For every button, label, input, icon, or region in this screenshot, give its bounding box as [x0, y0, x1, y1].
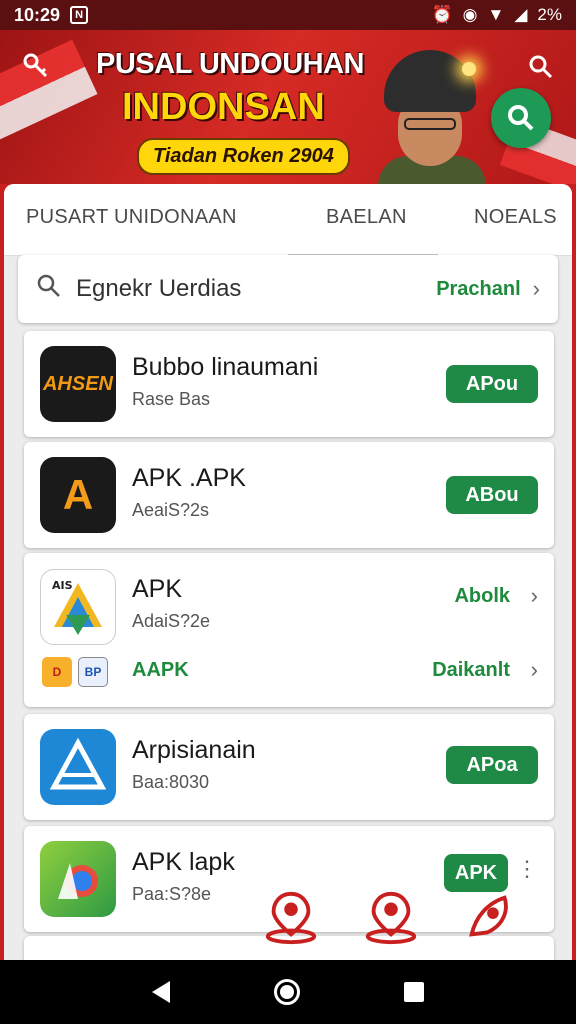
app-subtitle: Baa:8030	[132, 772, 210, 792]
tab-baelan[interactable]: BAELAN	[326, 206, 407, 229]
hero-pill: Tiadan Roken 2904	[137, 138, 350, 175]
chevron-right-icon[interactable]: ›	[531, 583, 538, 609]
map-pin-icon[interactable]	[462, 888, 520, 946]
app-link[interactable]: Abolk	[454, 585, 510, 608]
key-icon[interactable]	[22, 52, 50, 87]
search-icon	[36, 273, 62, 306]
system-nav-bar	[0, 960, 576, 1024]
wifi-icon: ▼	[487, 5, 505, 24]
row-link-right[interactable]: Daikanlt	[432, 659, 510, 682]
app-subtitle: AeaiS?2s	[132, 500, 210, 520]
tab-bar: PUSART UNIDONAAN BAELAN NOEALS	[4, 184, 572, 256]
chevron-right-icon[interactable]: ›	[533, 276, 540, 302]
app-install-button[interactable]: ABou	[446, 476, 538, 514]
more-vert-icon[interactable]: ⋮	[516, 856, 538, 882]
app-card[interactable]: AHSEN Bubbo linaumani Rase Bas APou	[24, 331, 554, 437]
home-icon[interactable]	[274, 979, 300, 1005]
app-icon: A	[40, 457, 116, 533]
map-pin-icon[interactable]	[262, 888, 320, 946]
svg-text:AIS: AIS	[52, 579, 73, 592]
app-name: Bubbo linaumani	[132, 353, 319, 381]
app-name: APK .APK	[132, 464, 246, 492]
search-icon[interactable]	[528, 54, 554, 87]
alarm-icon: ⏰	[431, 5, 453, 24]
row-link-left[interactable]: AAPK	[132, 659, 189, 682]
map-pin-icon[interactable]	[362, 888, 420, 946]
sync-icon: ◉	[462, 5, 478, 24]
hero-person-illustration	[378, 44, 488, 184]
tab-pusart[interactable]: PUSART UNIDONAAN	[26, 206, 237, 229]
mini-app-icon: D	[42, 657, 72, 687]
back-icon[interactable]	[152, 981, 170, 1003]
battery-level: 2%	[537, 5, 562, 24]
app-subtitle: AdaiS?2e	[132, 611, 211, 631]
hero-title: PUSAL UNDOUHAN	[96, 48, 364, 80]
hero-banner: PUSAL UNDOUHAN INDONSAN Tiadan Roken 290…	[0, 30, 576, 184]
status-time: 10:29	[14, 4, 61, 25]
app-subtitle: Paa:S?8e	[132, 884, 212, 904]
app-name: APK	[132, 575, 183, 603]
app-icon	[40, 841, 116, 917]
notification-icon: N	[70, 6, 89, 24]
app-icon	[40, 729, 116, 805]
search-bar[interactable]: Egnekr Uerdias Prachanl ›	[18, 255, 558, 323]
search-fab-button[interactable]	[491, 88, 551, 148]
app-install-button[interactable]: APou	[446, 365, 538, 403]
app-subtitle: Rase Bas	[132, 389, 211, 409]
status-bar: 10:29 N ⏰ ◉ ▼ ◢ 2%	[0, 0, 576, 30]
app-install-button[interactable]: APoa	[446, 746, 538, 784]
map-pin-overlay	[254, 884, 554, 950]
status-icons: ⏰ ◉ ▼ ◢ 2%	[432, 5, 563, 25]
search-action-link[interactable]: Prachanl	[436, 278, 520, 301]
app-name: Arpisianain	[132, 736, 256, 764]
app-card[interactable]: Arpisianain Baa:8030 APoa	[24, 714, 554, 820]
app-card[interactable]: AIS APK AdaiS?2e Abolk › D BP AAPK Daika…	[24, 553, 554, 707]
app-icon: AHSEN	[40, 346, 116, 422]
mini-app-icon: BP	[78, 657, 108, 687]
recents-icon[interactable]	[404, 982, 424, 1002]
search-text: Egnekr Uerdias	[76, 275, 242, 302]
app-name: APK lapk	[132, 848, 235, 876]
signal-icon: ◢	[514, 5, 528, 24]
hero-subtitle: INDONSAN	[122, 86, 325, 128]
tab-noeals[interactable]: NOEALS	[474, 206, 557, 229]
main-panel: PUSART UNIDONAAN BAELAN NOEALS Egnekr Ue…	[4, 184, 572, 960]
app-card[interactable]: A APK .APK AeaiS?2s ABou	[24, 442, 554, 548]
app-icon: AIS	[40, 569, 116, 645]
chevron-right-icon[interactable]: ›	[531, 657, 538, 683]
